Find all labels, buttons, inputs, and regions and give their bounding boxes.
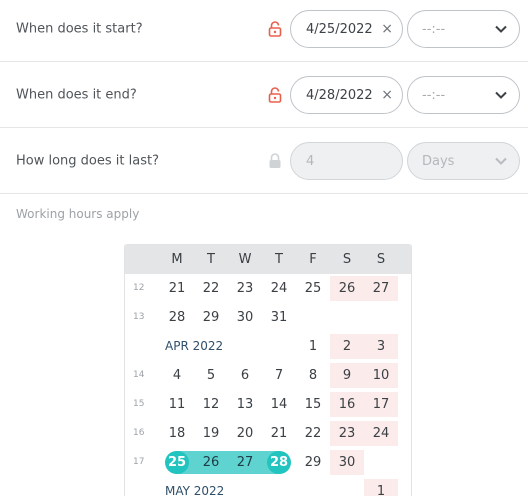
duration-value-field: 4 [290,142,403,180]
calendar-week-row: 12 21 22 23 24 25 26 27 [125,274,411,303]
calendar-day[interactable]: 25 [160,450,194,475]
calendar: MTWTFSS 12 21 22 23 24 25 26 27 13 28 29 30 31 APR 20… [124,244,412,496]
week-number: 16 [133,428,145,438]
calendar-week-row: MAY 2022 1 [125,477,411,496]
calendar-day[interactable]: 23 [330,421,364,446]
calendar-day[interactable]: 29 [194,305,228,330]
calendar-day[interactable]: 4 [160,363,194,388]
day-of-week-header: T [275,252,283,267]
month-label: APR 2022 [165,339,224,353]
day-of-week-header: T [207,252,215,267]
end-date-value: 4/28/2022 [306,87,373,103]
calendar-day[interactable]: 15 [296,392,330,417]
calendar-day[interactable]: 7 [262,363,296,388]
calendar-day[interactable]: 10 [364,363,398,388]
calendar-day[interactable]: 17 [364,392,398,417]
calendar-day[interactable]: 21 [160,276,194,301]
calendar-day[interactable]: 19 [194,421,228,446]
day-of-week-header: M [171,252,183,267]
calendar-day[interactable]: 25 [296,276,330,301]
calendar-day[interactable]: 22 [296,421,330,446]
duration-value: 4 [306,153,315,169]
start-row: When does it start? 4/25/2022 × --:-- [0,0,528,62]
month-label: MAY 2022 [165,484,225,496]
clear-start-date-icon[interactable]: × [381,22,393,36]
calendar-day[interactable]: 6 [228,363,262,388]
working-hours-note: Working hours apply [16,207,140,221]
calendar-day[interactable]: 2 [330,334,364,359]
calendar-week-row: 16 18 19 20 21 22 23 24 [125,419,411,448]
day-of-week-header: S [376,252,386,267]
week-number: 17 [133,457,145,467]
week-number: 13 [133,312,145,322]
calendar-day[interactable]: 13 [228,392,262,417]
calendar-day[interactable]: 8 [296,363,330,388]
calendar-day[interactable]: 22 [194,276,228,301]
start-time-placeholder: --:-- [422,21,446,37]
duration-unit-select: Days [407,142,520,180]
calendar-week-row: 17 25 26 27 28 29 30 [125,448,411,477]
calendar-day[interactable]: 16 [330,392,364,417]
calendar-day[interactable]: 1 [364,479,398,496]
calendar-week-row: 15 11 12 13 14 15 16 17 [125,390,411,419]
calendar-day[interactable]: 24 [364,421,398,446]
calendar-day[interactable]: 31 [262,305,296,330]
chevron-down-icon [495,91,507,99]
duration-label: How long does it last? [16,153,159,168]
calendar-day[interactable]: 29 [296,450,330,475]
calendar-day[interactable]: 3 [364,334,398,359]
calendar-day[interactable]: 18 [160,421,194,446]
week-number: 15 [133,399,145,409]
calendar-day[interactable]: 9 [330,363,364,388]
calendar-day[interactable]: 24 [262,276,296,301]
calendar-day[interactable]: 30 [228,305,262,330]
end-time-select[interactable]: --:-- [407,76,520,114]
day-of-week-header: W [238,252,252,267]
calendar-day[interactable]: 26 [330,276,364,301]
calendar-day[interactable]: 23 [228,276,262,301]
duration-row: How long does it last? 4 Days [0,128,528,194]
week-number: 12 [133,283,145,293]
start-label: When does it start? [16,21,143,36]
start-time-select[interactable]: --:-- [407,10,520,48]
clear-end-date-icon[interactable]: × [381,88,393,102]
calendar-day[interactable]: 28 [160,305,194,330]
start-date-field[interactable]: 4/25/2022 × [290,10,403,48]
calendar-header: MTWTFSS [125,245,411,274]
lock-open-icon[interactable] [268,86,282,103]
calendar-day[interactable]: 26 [194,450,228,475]
lock-closed-icon[interactable] [268,152,282,169]
end-date-field[interactable]: 4/28/2022 × [290,76,403,114]
calendar-day[interactable]: 30 [330,450,364,475]
duration-unit: Days [422,153,455,169]
end-label: When does it end? [16,87,137,102]
day-of-week-header: S [342,252,352,267]
calendar-day[interactable]: 27 [228,450,262,475]
calendar-day[interactable]: 12 [194,392,228,417]
calendar-day[interactable]: 14 [262,392,296,417]
day-of-week-header: F [309,252,317,267]
end-time-placeholder: --:-- [422,87,446,103]
start-date-value: 4/25/2022 [306,21,373,37]
calendar-week-row: 14 4 5 6 7 8 9 10 [125,361,411,390]
end-row: When does it end? 4/28/2022 × --:-- [0,62,528,128]
lock-open-icon[interactable] [268,20,282,37]
calendar-day[interactable]: 5 [194,363,228,388]
calendar-day[interactable]: 28 [262,450,296,475]
calendar-day[interactable]: 20 [228,421,262,446]
calendar-week-row: 13 28 29 30 31 [125,303,411,332]
chevron-down-icon [495,157,507,165]
calendar-day[interactable]: 21 [262,421,296,446]
week-number: 14 [133,370,145,380]
calendar-day[interactable]: 11 [160,392,194,417]
chevron-down-icon [495,25,507,33]
calendar-week-row: APR 2022 1 2 3 [125,332,411,361]
calendar-day[interactable]: 27 [364,276,398,301]
calendar-day[interactable]: 1 [296,334,330,359]
